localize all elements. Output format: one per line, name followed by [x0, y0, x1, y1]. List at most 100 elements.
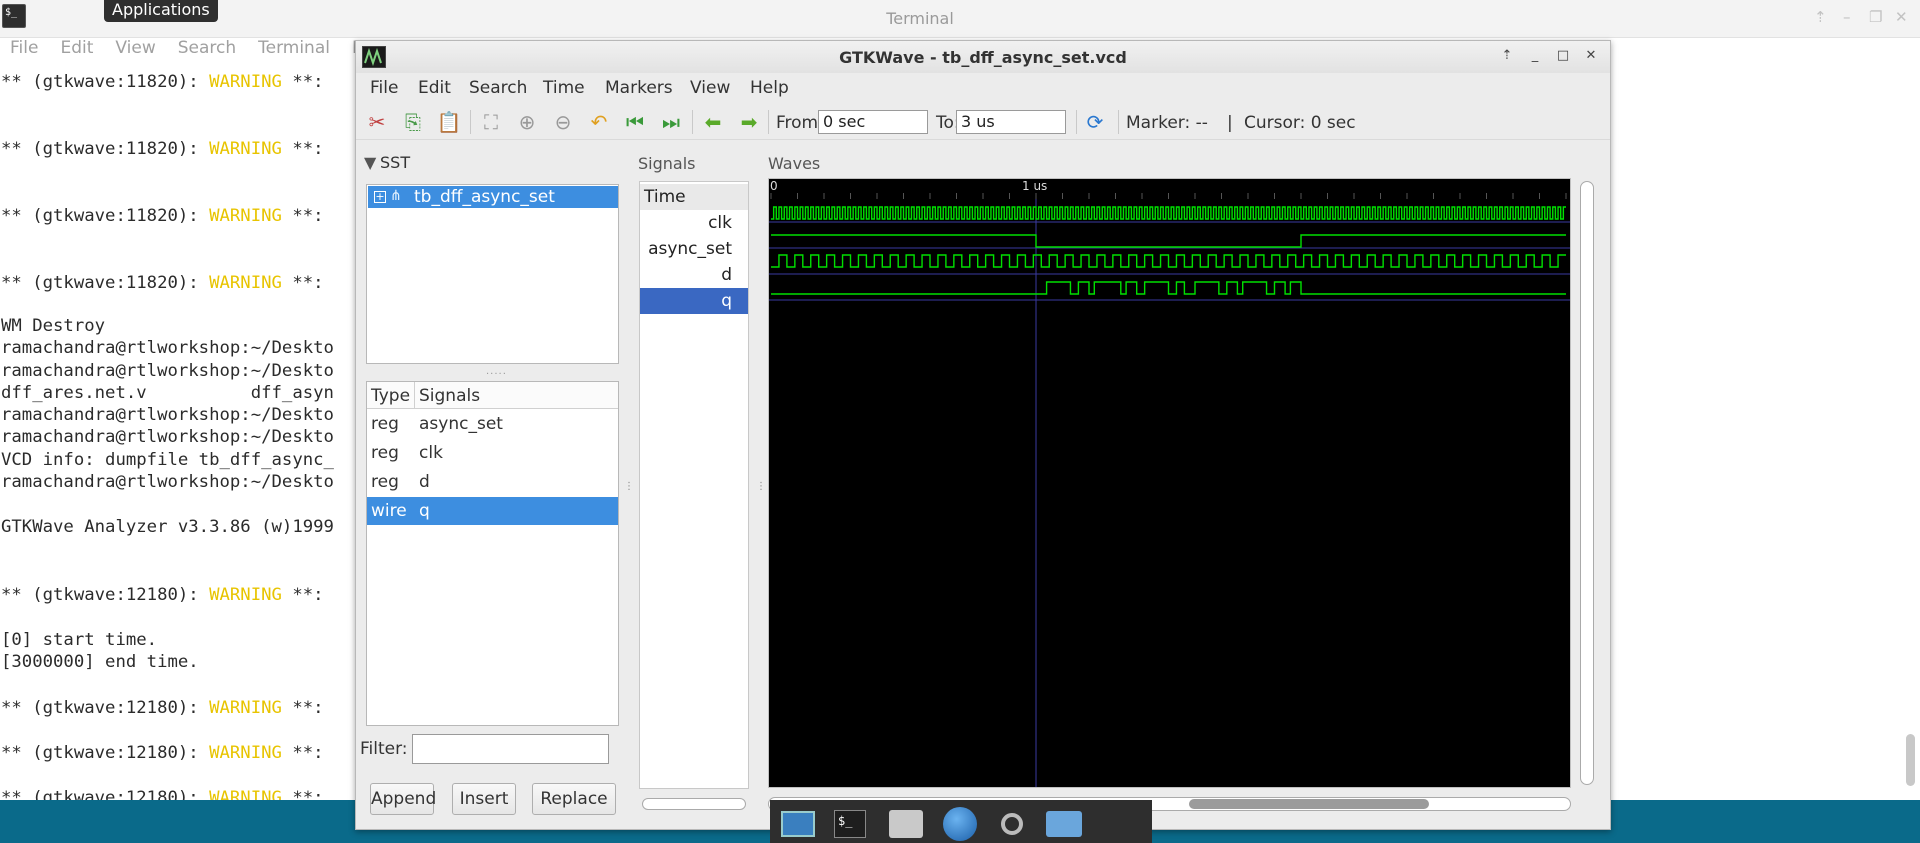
signal-name[interactable]: d [640, 262, 748, 288]
terminal-menu-search[interactable]: Search [178, 38, 236, 64]
replace-button[interactable]: Replace [532, 783, 616, 815]
zoom-out-icon[interactable]: ⊖ [550, 109, 576, 135]
menu-markers[interactable]: Markers [605, 78, 673, 98]
signal-name[interactable]: async_set [640, 236, 748, 262]
d-trace [771, 254, 1566, 268]
signals-time-header[interactable]: Time [640, 184, 748, 210]
from-input[interactable]: 0 sec [818, 110, 928, 134]
terminal-line-text: ramachandra@rtlworkshop:~/Deskto [1, 405, 334, 425]
terminal-menu-view[interactable]: View [115, 38, 155, 64]
taskbar: $_ [770, 800, 1152, 843]
browser-icon[interactable] [940, 806, 980, 842]
terminal-icon[interactable]: $_ [830, 806, 870, 842]
sst-tree-item[interactable]: + ⋔ tb_dff_async_set [368, 186, 618, 208]
waves-hscroll-thumb[interactable] [1189, 799, 1429, 809]
maximize-icon[interactable]: □ [1554, 47, 1572, 65]
terminal-line-text: **: [281, 273, 324, 293]
close-icon[interactable]: ✕ [1895, 8, 1908, 26]
menu-time[interactable]: Time [543, 78, 585, 98]
pane-splitter-handle[interactable]: ····· [486, 369, 507, 380]
terminal-line: GTKWave Analyzer v3.3.86 (w)1999 [1, 517, 334, 537]
menu-view[interactable]: View [690, 78, 730, 98]
waves-pane-label: Waves [768, 154, 821, 173]
terminal-line-text: ** (gtkwave:12180): [1, 788, 210, 800]
column-header-type[interactable]: Type [367, 382, 415, 409]
menu-search[interactable]: Search [469, 78, 527, 98]
signal-name: d [419, 472, 430, 492]
insert-button[interactable]: Insert [452, 783, 516, 815]
window-up-icon[interactable]: ⇡ [1814, 8, 1827, 26]
terminal-line: ** (gtkwave:12180): WARNING **: [1, 788, 324, 800]
terminal-line-text: ** (gtkwave:12180): [1, 698, 210, 718]
sst-signal-row[interactable]: wire q [367, 497, 618, 525]
find-next-edge-icon[interactable]: ➡ [736, 109, 762, 135]
terminal-menu-terminal[interactable]: Terminal [258, 38, 330, 64]
signal-type: reg [371, 443, 399, 463]
terminal-scrollbar[interactable] [1906, 734, 1915, 786]
to-input[interactable]: 3 us [956, 110, 1066, 134]
zoom-to-start-icon[interactable]: ⏮ [622, 109, 648, 135]
terminal-line-text: ** (gtkwave:11820): [1, 139, 210, 159]
expand-icon[interactable]: + [374, 191, 386, 203]
minimize-icon[interactable]: – [1843, 8, 1851, 26]
waveform-canvas[interactable]: 0 1 us [768, 178, 1571, 788]
terminal-line: ramachandra@rtlworkshop:~/Deskto [1, 427, 334, 447]
terminal-line-text: ** (gtkwave:11820): [1, 72, 210, 92]
cut-icon[interactable]: ✂ [364, 109, 390, 135]
files-icon[interactable] [886, 806, 926, 842]
window-controls: ⇡ _ □ ✕ [1498, 47, 1600, 65]
terminal-menu-edit[interactable]: Edit [60, 38, 93, 64]
terminal-line-text: **: [281, 743, 324, 763]
reload-icon[interactable]: ⟳ [1082, 109, 1108, 135]
close-icon[interactable]: ✕ [1582, 47, 1600, 65]
minimize-icon[interactable]: _ [1526, 47, 1544, 65]
zoom-fit-icon[interactable]: ⛶ [478, 109, 504, 135]
sst-signal-row[interactable]: reg async_set [367, 410, 618, 438]
column-header-signals[interactable]: Signals [415, 382, 618, 409]
sst-signal-row[interactable]: reg clk [367, 439, 618, 467]
q-trace [771, 281, 1566, 295]
filter-input[interactable] [412, 734, 609, 764]
terminal-line-text: **: [281, 585, 324, 605]
desktop-icon[interactable] [778, 806, 818, 842]
window-up-icon[interactable]: ⇡ [1498, 47, 1516, 65]
gtkwave-menubar: File Edit Search Time Markers View Help [356, 74, 1610, 100]
signals-hscrollbar[interactable] [642, 798, 746, 810]
gtkwave-toolbar: ✂ ⎘ 📋 ⛶ ⊕ ⊖ ↶ ⏮ ⏭ ⬅ ➡ From: 0 sec To: 3 … [356, 104, 1610, 140]
terminal-line-text: **: [281, 206, 324, 226]
restore-icon[interactable]: ❐ [1869, 8, 1882, 26]
terminal-line: ** (gtkwave:11820): WARNING **: [1, 206, 324, 226]
signal-name[interactable]: clk [640, 210, 748, 236]
terminal-line: ramachandra@rtlworkshop:~/Deskto [1, 338, 334, 358]
warning-text: WARNING [209, 743, 282, 763]
sst-tree-item-label: tb_dff_async_set [414, 187, 555, 207]
terminal-menu-file[interactable]: File [10, 38, 38, 64]
zoom-in-icon[interactable]: ⊕ [514, 109, 540, 135]
menu-edit[interactable]: Edit [418, 78, 451, 98]
pane-divider-handle[interactable]: ⋮ [624, 481, 634, 492]
terminal-line: dff_ares.net.v dff_asyn [1, 383, 334, 403]
paste-icon[interactable]: 📋 [436, 109, 462, 135]
search-icon[interactable] [992, 806, 1032, 842]
copy-icon[interactable]: ⎘ [400, 109, 426, 135]
signal-type: reg [371, 414, 399, 434]
waves-vscrollbar[interactable] [1580, 181, 1594, 785]
menu-help[interactable]: Help [750, 78, 789, 98]
sst-signal-row[interactable]: reg d [367, 468, 618, 496]
terminal-line-text: ** (gtkwave:12180): [1, 585, 210, 605]
terminal-line: ** (gtkwave:12180): WARNING **: [1, 698, 324, 718]
menu-file[interactable]: File [370, 78, 398, 98]
waveform-traces[interactable]: 0 1 us [769, 179, 1570, 787]
append-button[interactable]: Append [370, 783, 436, 815]
sst-collapse-icon[interactable]: ▼ [364, 153, 376, 172]
terminal-line-text: ramachandra@rtlworkshop:~/Deskto [1, 338, 334, 358]
signal-name-selected[interactable]: q [640, 288, 748, 314]
folder-icon[interactable] [1044, 806, 1084, 842]
terminal-output[interactable]: ** (gtkwave:11820): WARNING **: ** (gtkwa… [0, 68, 360, 800]
gtkwave-title: GTKWave - tb_dff_async_set.vcd [839, 48, 1127, 67]
zoom-to-end-icon[interactable]: ⏭ [658, 109, 684, 135]
ruler-label-start: 0 [770, 179, 778, 193]
find-previous-edge-icon[interactable]: ⬅ [700, 109, 726, 135]
pane-divider-handle[interactable]: ⋮ [756, 481, 766, 492]
undo-zoom-icon[interactable]: ↶ [586, 109, 612, 135]
